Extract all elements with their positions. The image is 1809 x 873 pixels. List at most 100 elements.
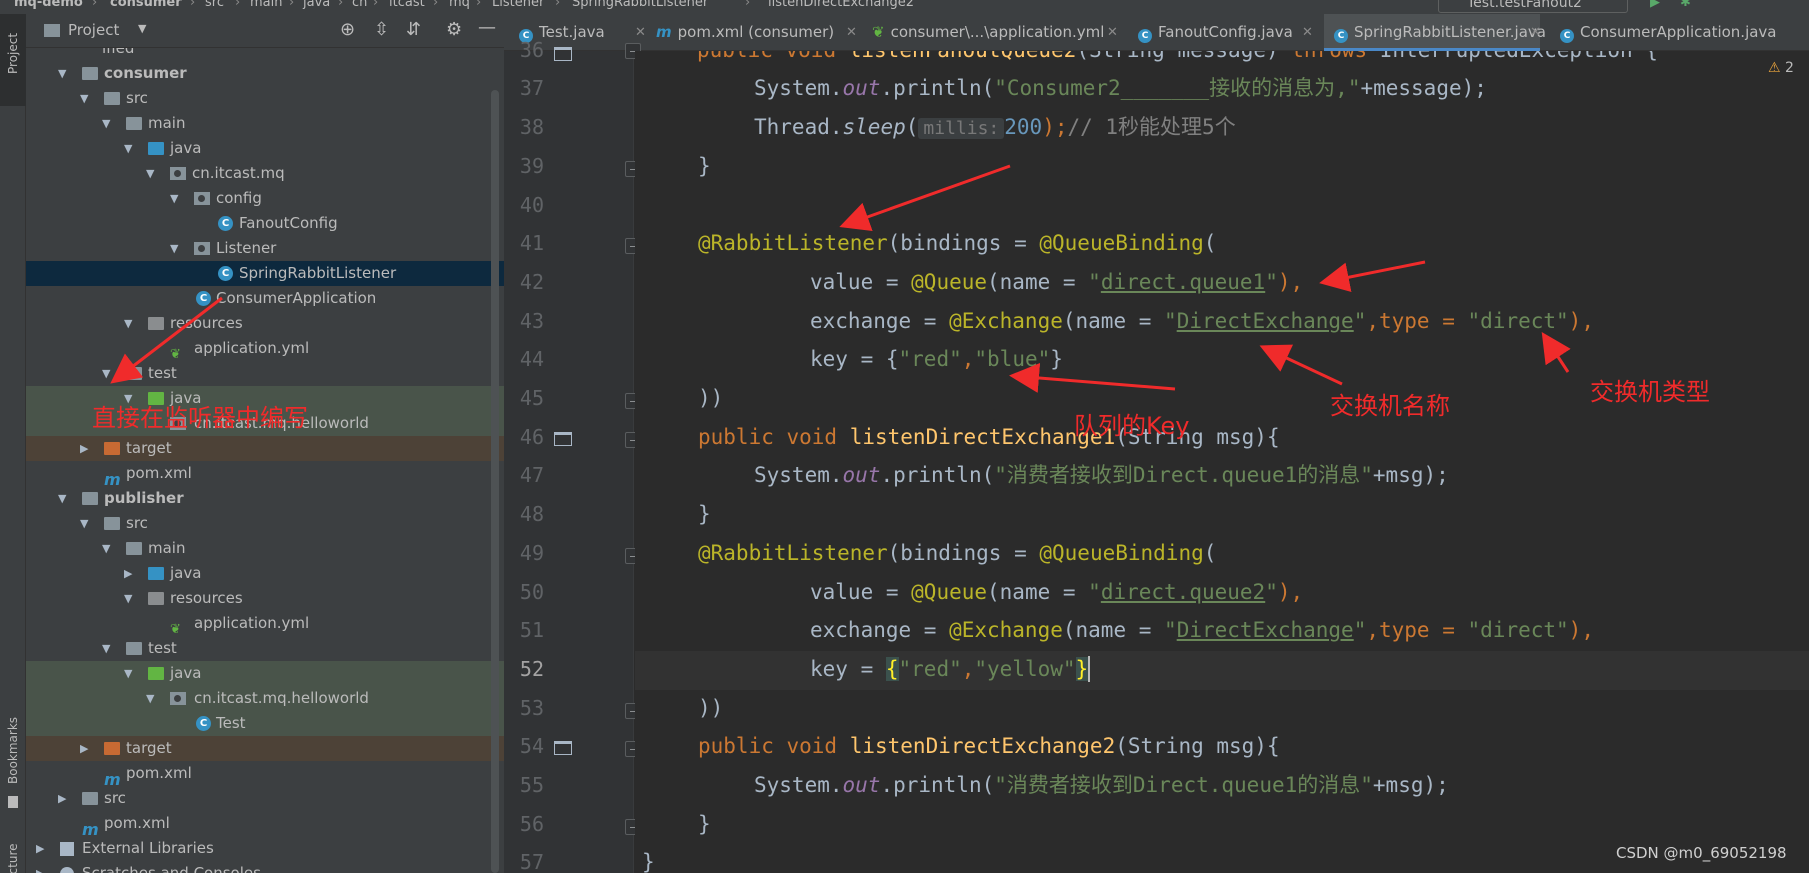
tree-item[interactable]: ▼ test [26,361,504,386]
project-tool-label[interactable]: Project [6,33,20,74]
tab-consumerapplication[interactable]: C ConsumerApplication.java [1550,14,1809,51]
chevron-down-icon[interactable]: ▼ [170,236,178,261]
collapse-all-icon[interactable]: ⇵ [406,19,421,40]
chevron-down-icon[interactable]: ▼ [124,311,132,336]
chevron-down-icon[interactable]: ▼ [58,61,66,86]
tree-item[interactable]: ▼ main [26,536,504,561]
run-configuration-selector[interactable]: Test.testFanout2 [1438,0,1628,13]
tree-item[interactable]: ▼ resources [26,311,504,336]
tree-item[interactable]: C ConsumerApplication [26,286,504,311]
chevron-right-icon[interactable]: ▶ [80,736,88,761]
implemented-marker-icon[interactable] [554,741,572,755]
chevron-down-icon[interactable]: ▼ [80,511,88,536]
tree-item-consumer[interactable]: ▼ consumer [26,61,504,86]
chevron-down-icon[interactable]: ▼ [124,586,132,611]
gear-icon[interactable]: ⚙ [446,19,462,40]
tree-item[interactable]: ▼ config [26,186,504,211]
breadcrumb-item[interactable]: itcast [389,0,425,10]
tree-item[interactable]: ▶ src [26,786,504,811]
chevron-down-icon[interactable]: ▼ [146,686,154,711]
tree-item-publisher[interactable]: ▼ publisher [26,486,504,511]
tab-application-yml[interactable]: ❦ consumer\...\application.yml ✕ [872,14,1122,51]
tree-item[interactable]: ▼ Listener [26,236,504,261]
chevron-down-icon[interactable]: ▼ [102,111,110,136]
chevron-down-icon[interactable]: ▼ [102,361,110,386]
breadcrumb-item[interactable]: Listener [492,0,544,10]
breadcrumb-item[interactable]: main [250,0,282,10]
chevron-down-icon[interactable]: ▼ [80,86,88,111]
close-icon[interactable]: ✕ [1107,14,1118,51]
code-token: System. [754,463,843,487]
tree-item[interactable]: ▶ target [26,736,504,761]
annotation-exchange-type: 交换机类型 [1590,378,1710,406]
chevron-right-icon[interactable]: ▶ [58,786,66,811]
tree-item[interactable]: ▼ cn.itcast.mq [26,161,504,186]
tree-item[interactable]: ▶ java [26,561,504,586]
tree-item[interactable]: C Test [26,711,504,736]
bookmarks-tool-label[interactable]: Bookmarks [6,717,20,784]
code-token: void [786,51,837,62]
breadcrumb-item[interactable]: src [205,0,224,10]
tree-item[interactable]: ▼ java [26,136,504,161]
chevron-right-icon[interactable]: ▶ [36,836,44,861]
tree-item[interactable]: ▶ target [26,436,504,461]
code-editor[interactable]: public void listenFanoutQueue2(String me… [635,51,1809,873]
chevron-down-icon[interactable]: ▼ [102,536,110,561]
chevron-down-icon[interactable]: ▼ [102,636,110,661]
implemented-marker-icon[interactable] [554,432,572,446]
breadcrumb-item[interactable]: mq [449,0,470,10]
inspection-warnings[interactable]: ⚠ 2 [1768,60,1794,76]
breadcrumb-item[interactable]: listenDirectExchange2 [768,0,914,10]
chevron-down-icon[interactable]: ▼ [124,661,132,686]
tree-item[interactable]: m pom.xml [26,461,504,489]
chevron-down-icon[interactable]: ▼ [146,161,154,186]
chevron-down-icon[interactable]: ▼ [170,186,178,211]
chevron-down-icon[interactable]: ▼ [138,22,146,35]
tree-item[interactable]: ▼ java [26,661,504,686]
tree-item[interactable]: ❦ application.yml [26,611,504,637]
tree-item[interactable]: ified [26,48,504,61]
close-icon[interactable]: ✕ [1302,14,1313,51]
close-icon[interactable]: ✕ [846,14,857,51]
breadcrumb-item[interactable]: mq-demo [14,0,83,10]
implemented-marker-icon[interactable] [554,47,572,61]
tree-item[interactable]: ▼ resources [26,586,504,611]
tree-item[interactable]: ▼ cn.itcast.mq.helloworld [26,686,504,711]
chevron-right-icon[interactable]: ▶ [80,436,88,461]
tree-item[interactable]: ▶ Scratches and Consoles [26,861,504,873]
tab-springrabbitlistener[interactable]: C SpringRabbitListener.java ✕ [1324,14,1546,51]
project-tree-scrollbar[interactable] [491,90,499,873]
tab-fanoutconfig[interactable]: C FanoutConfig.java ✕ [1138,14,1316,51]
hide-panel-icon[interactable]: — [478,17,496,38]
tree-item[interactable]: ▼ src [26,511,504,536]
tree-item-selected[interactable]: C SpringRabbitListener [26,261,504,286]
chevron-down-icon[interactable]: ▼ [58,486,66,511]
chevron-down-icon[interactable]: ▼ [124,136,132,161]
tree-item[interactable]: ❦ application.yml [26,336,504,362]
breadcrumb-item[interactable]: cn [352,0,367,10]
breadcrumb-item[interactable]: java [303,0,330,10]
tree-item[interactable]: ▼ main [26,111,504,136]
tree-item[interactable]: m pom.xml [26,811,504,839]
tab-pom-consumer[interactable]: m pom.xml (consumer) ✕ [656,14,857,51]
close-icon[interactable]: ✕ [1530,14,1541,51]
tree-item-label: cn.itcast.mq.helloworld [194,689,369,707]
breadcrumb-item[interactable]: SpringRabbitListener [572,0,708,10]
code-token: ( [1203,541,1217,565]
expand-all-icon[interactable]: ⇳ [374,19,389,40]
tree-item[interactable]: ▶ External Libraries [26,836,504,861]
tree-item[interactable]: ▼ src [26,86,504,111]
locate-file-icon[interactable]: ⊕ [340,19,355,40]
code-line: @RabbitListener(bindings = @QueueBinding… [698,224,1216,263]
debug-icon[interactable]: ✱ [1680,0,1691,10]
tree-item[interactable]: ▼ test [26,636,504,661]
chevron-right-icon[interactable]: ▶ [36,861,44,873]
line-number: 41 [519,231,544,255]
tree-item[interactable]: C FanoutConfig [26,211,504,236]
tree-item[interactable]: m pom.xml [26,761,504,789]
project-panel-title[interactable]: Project [68,21,119,39]
chevron-right-icon[interactable]: ▶ [124,561,132,586]
breadcrumb-item[interactable]: consumer [110,0,182,10]
run-icon[interactable]: ▶ [1650,0,1660,10]
structure-tool-label[interactable]: ructure [6,844,20,873]
